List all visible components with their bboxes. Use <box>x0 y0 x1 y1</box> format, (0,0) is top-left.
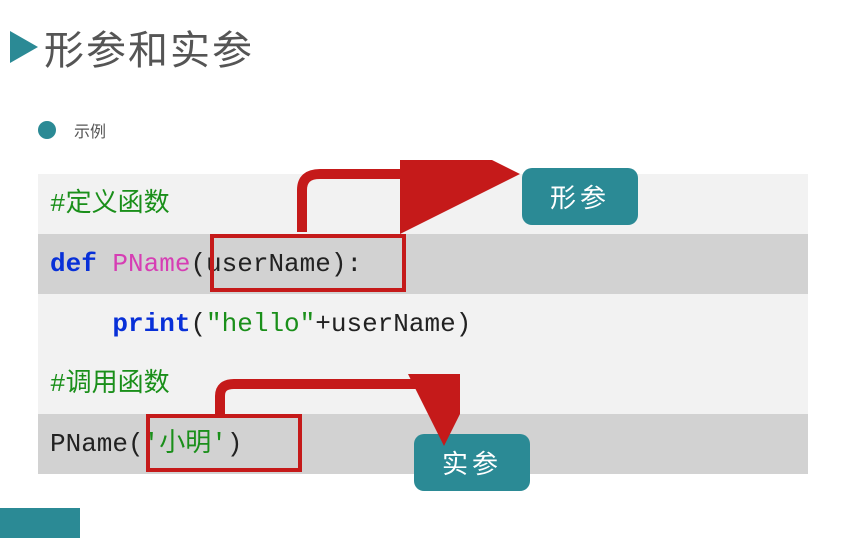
code-param-name: userName <box>206 249 331 279</box>
code-line-1: #定义函数 <box>38 174 808 234</box>
code-plus: + <box>315 309 331 339</box>
code-line-3: print("hello"+userName) <box>38 294 808 354</box>
code-param-open: ( <box>190 249 206 279</box>
code-call-open: ( <box>128 429 144 459</box>
bullet-text: 示例 <box>74 118 106 142</box>
code-print-close: ) <box>456 309 472 339</box>
code-func-name: PName <box>112 249 190 279</box>
slide-title: 形参和实参 <box>44 18 254 76</box>
code-print: print <box>112 309 190 339</box>
triangle-icon <box>10 31 38 63</box>
code-colon: : <box>346 249 362 279</box>
code-block: #定义函数 def PName(userName): print("hello"… <box>38 174 808 474</box>
code-param-close: ) <box>331 249 347 279</box>
code-str-hello: "hello" <box>206 309 315 339</box>
code-kw-def: def <box>50 249 97 279</box>
code-comment-call: #调用函数 <box>50 369 170 399</box>
bullet-row: 示例 <box>38 118 843 142</box>
bullet-icon <box>38 121 56 139</box>
label-actual-param: 实参 <box>414 434 530 491</box>
slide-title-row: 形参和实参 <box>0 0 843 76</box>
code-call-close: ) <box>227 429 243 459</box>
label-formal-param: 形参 <box>522 168 638 225</box>
code-call-name: PName <box>50 429 128 459</box>
code-comment-def: #定义函数 <box>50 189 170 219</box>
code-line-4: #调用函数 <box>38 354 808 414</box>
code-print-open: ( <box>190 309 206 339</box>
corner-accent <box>0 508 80 538</box>
code-line-2: def PName(userName): <box>38 234 808 294</box>
code-print-arg: userName <box>331 309 456 339</box>
code-call-arg: '小明' <box>144 429 227 459</box>
